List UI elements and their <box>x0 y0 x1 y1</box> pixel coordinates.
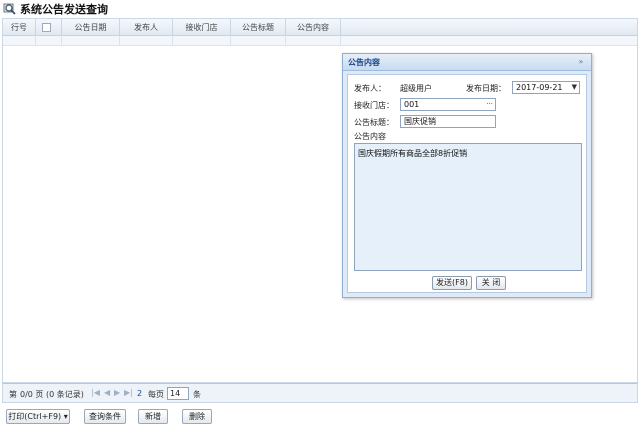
last-page-icon[interactable]: ▶| <box>124 388 133 397</box>
grid-filter-row <box>3 36 637 46</box>
store-value: 001 <box>404 100 420 109</box>
per-page-label: 每页 <box>148 390 164 399</box>
announcement-dialog: 公告内容 » 发布人： 超级用户 发布日期： 2017-09-21 ▼ 接收门店… <box>342 53 592 298</box>
bottom-toolbar: 打印(Ctrl+F9) ▾ 查询条件 新增 删除 <box>0 404 640 427</box>
column-title[interactable]: 公告标题 <box>231 19 286 36</box>
dialog-title[interactable]: 公告内容 <box>343 54 591 71</box>
first-page-icon[interactable]: |◀ <box>91 388 100 397</box>
content-value: 国庆假期所有商品全部8折促销 <box>358 149 468 158</box>
publisher-label: 发布人： <box>354 84 386 93</box>
page-prefix: 第 <box>9 390 17 399</box>
send-button[interactable]: 发送(F8) <box>432 276 472 290</box>
collapse-icon[interactable]: » <box>576 57 586 67</box>
date-picker[interactable]: 2017-09-21 ▼ <box>512 81 580 94</box>
per-page-unit: 条 <box>193 390 201 399</box>
store-field[interactable]: 001 ··· <box>400 98 496 111</box>
title-label: 公告标题： <box>354 118 394 127</box>
chevron-down-icon[interactable]: ▼ <box>572 82 577 93</box>
page-info: 0/0 页 (0 条记录) <box>20 390 84 399</box>
close-button[interactable]: 关 闭 <box>476 276 506 290</box>
date-value: 2017-09-21 <box>516 83 563 92</box>
column-content[interactable]: 公告内容 <box>286 19 341 36</box>
date-label: 发布日期： <box>466 84 506 93</box>
publisher-value: 超级用户 <box>400 84 432 93</box>
store-label: 接收门店： <box>354 101 394 110</box>
search-icon <box>3 3 16 15</box>
per-page-input[interactable]: 14 <box>167 387 189 400</box>
more-options-icon[interactable]: ··· <box>486 99 493 110</box>
title-value: 国庆促销 <box>404 117 436 126</box>
print-button-label: 打印(Ctrl+F9) <box>8 412 62 421</box>
content-textarea[interactable]: 国庆假期所有商品全部8折促销 <box>354 143 582 271</box>
pagination-bar: 第 0/0 页 (0 条记录) |◀ ◀ ▶ ▶| 2 每页 14 条 <box>2 383 638 403</box>
next-page-icon[interactable]: ▶ <box>114 388 120 397</box>
select-all-checkbox[interactable] <box>42 23 51 32</box>
column-date[interactable]: 公告日期 <box>62 19 120 36</box>
chevron-down-icon[interactable]: ▾ <box>64 412 68 421</box>
query-button[interactable]: 查询条件 <box>84 409 126 424</box>
refresh-icon[interactable]: 2 <box>137 389 142 398</box>
column-store[interactable]: 接收门店 <box>173 19 231 36</box>
prev-page-icon[interactable]: ◀ <box>104 388 110 397</box>
content-label: 公告内容 <box>354 132 386 141</box>
delete-button[interactable]: 删除 <box>182 409 212 424</box>
grid-header: 行号 公告日期 发布人 接收门店 公告标题 公告内容 <box>3 19 637 36</box>
title-input[interactable]: 国庆促销 <box>400 115 496 128</box>
column-publisher[interactable]: 发布人 <box>120 19 173 36</box>
window-titlebar: 系统公告发送查询 <box>0 0 640 18</box>
new-button[interactable]: 新增 <box>138 409 168 424</box>
column-row-number[interactable]: 行号 <box>3 19 36 36</box>
dialog-body: 发布人： 超级用户 发布日期： 2017-09-21 ▼ 接收门店： 001 ·… <box>347 74 587 293</box>
window-title: 系统公告发送查询 <box>20 3 108 16</box>
print-button[interactable]: 打印(Ctrl+F9) ▾ <box>6 409 70 424</box>
